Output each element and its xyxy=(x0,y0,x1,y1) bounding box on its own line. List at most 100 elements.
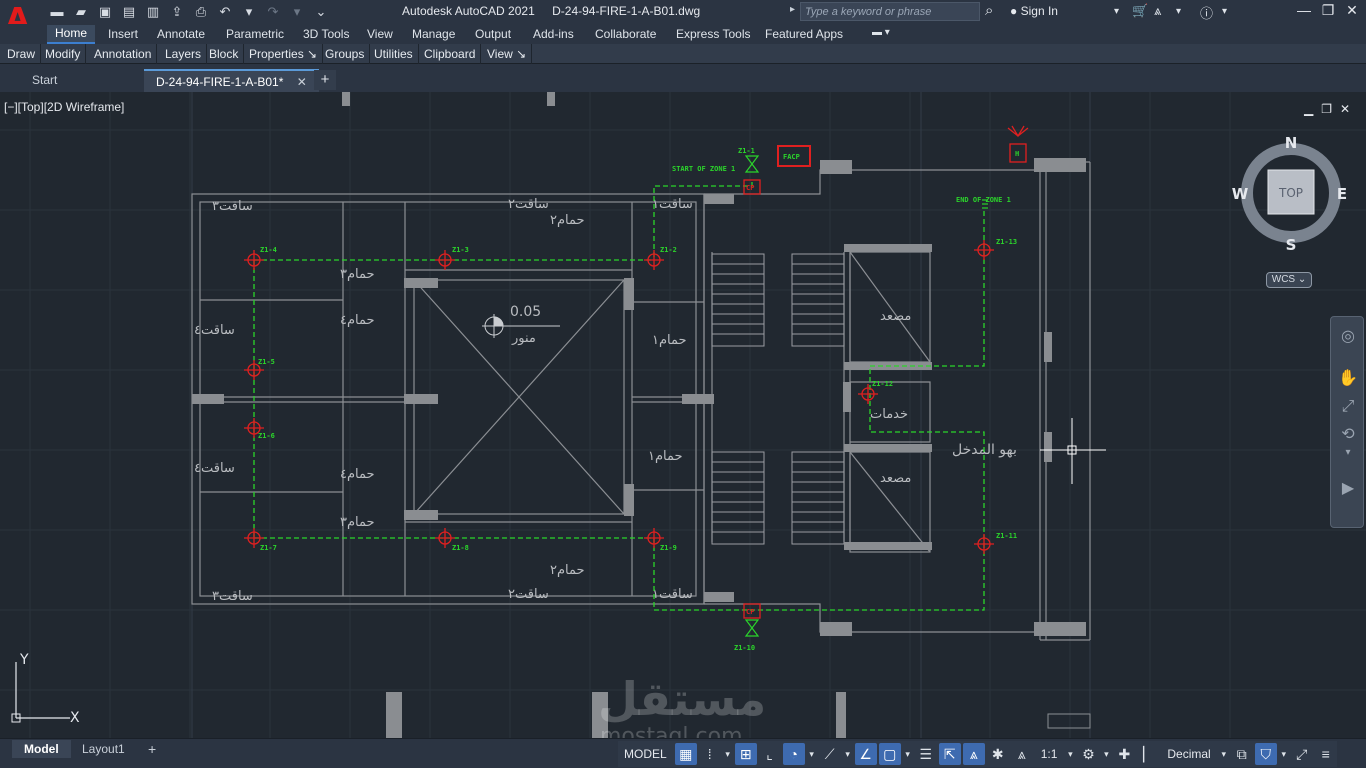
panel-modify[interactable]: Modify xyxy=(40,44,87,64)
object-snap-tracking-icon[interactable]: ∠ xyxy=(854,743,877,765)
viewport-restore-icon[interactable]: ❐ xyxy=(1321,102,1332,116)
dynamic-input-icon[interactable]: ⌞ xyxy=(759,743,781,765)
app-dropdown-icon[interactable]: ▾ xyxy=(1176,6,1181,17)
lock-ui-icon[interactable]: ⛉ xyxy=(1254,743,1277,765)
tab-add-ins[interactable]: Add-ins xyxy=(533,27,574,41)
model-space-button[interactable]: MODEL xyxy=(618,747,673,761)
units-icon[interactable]: ▏ xyxy=(1137,743,1159,765)
units-dropdown-icon[interactable]: ▾ xyxy=(1219,749,1229,760)
save-as-icon[interactable]: ▤ xyxy=(120,3,138,21)
viewcube[interactable]: TOP N S E W xyxy=(1232,134,1350,252)
add-layout-button[interactable]: + xyxy=(136,740,168,758)
tab-collaborate[interactable]: Collaborate xyxy=(595,27,656,41)
panel-clipboard[interactable]: Clipboard xyxy=(419,44,482,64)
annotation-scale-value[interactable]: 1:1 xyxy=(1035,747,1064,761)
redo-icon[interactable]: ↷ xyxy=(264,3,282,21)
plot-icon[interactable]: ⎙ xyxy=(192,3,210,21)
isodraft-icon[interactable]: ⟋ xyxy=(819,743,841,765)
new-file-icon[interactable]: ▬ xyxy=(48,3,66,21)
close-tab-icon[interactable]: ✕ xyxy=(297,75,307,89)
open-folder-icon[interactable]: ▰ xyxy=(72,3,90,21)
panel-draw[interactable]: Draw xyxy=(2,44,42,64)
customization-icon[interactable]: ≡ xyxy=(1315,743,1337,765)
tab-manage[interactable]: Manage xyxy=(412,27,455,41)
tab-home[interactable]: Home xyxy=(47,25,96,44)
infer-constraints-icon[interactable]: ⊞ xyxy=(734,743,757,765)
pan-icon[interactable]: ✋ xyxy=(1336,367,1360,391)
viewport-close-icon[interactable]: ✕ xyxy=(1340,102,1350,116)
wcs-menu[interactable]: WCS ⌄ xyxy=(1266,272,1312,288)
tab-layout1[interactable]: Layout1 xyxy=(70,740,137,758)
tab-model[interactable]: Model xyxy=(12,740,71,758)
restore-icon[interactable]: ❐ xyxy=(1318,2,1338,19)
undo-icon[interactable]: ↶ xyxy=(216,3,234,21)
workspace-dropdown-icon[interactable]: ▾ xyxy=(1101,749,1111,760)
new-tab-button[interactable]: + xyxy=(314,70,336,90)
object-snap-icon[interactable]: ▢ xyxy=(878,743,901,765)
viewport-label[interactable]: [−][Top][2D Wireframe] xyxy=(4,100,124,114)
panel-block[interactable]: Block xyxy=(204,44,245,64)
steering-wheel-icon[interactable]: ◎ xyxy=(1336,325,1360,349)
viewport-minimize-icon[interactable]: ▁ xyxy=(1304,102,1313,116)
save-icon[interactable]: ▣ xyxy=(96,3,114,21)
isodraft-dropdown-icon[interactable]: ▾ xyxy=(843,749,853,760)
orbit-dropdown-icon[interactable]: ▾ xyxy=(1336,441,1360,465)
drawing-viewport[interactable]: ساقت٣ ساقت٢ ساقت١ حمام٢ حمام٣ حمام٤ ساقت… xyxy=(0,92,1366,738)
tab-start[interactable]: Start xyxy=(20,69,69,92)
tab-insert[interactable]: Insert xyxy=(108,27,138,41)
panel-properties[interactable]: Properties ↘ xyxy=(244,44,324,64)
tab-output[interactable]: Output xyxy=(475,27,511,41)
floor-plan-drawing[interactable]: ساقت٣ ساقت٢ ساقت١ حمام٢ حمام٣ حمام٤ ساقت… xyxy=(0,92,1366,738)
help-dropdown-icon[interactable]: ▾ xyxy=(1222,6,1227,17)
scale-dropdown-icon[interactable]: ▾ xyxy=(1065,749,1075,760)
sign-in-button[interactable]: ● Sign In xyxy=(1010,4,1058,18)
sign-in-dropdown-icon[interactable]: ▾ xyxy=(1114,6,1119,17)
auto-scale-icon[interactable]: ✱ xyxy=(987,743,1009,765)
object-snap-dropdown-icon[interactable]: ▾ xyxy=(903,749,913,760)
annotation-scale-icon[interactable]: ⩓ xyxy=(1011,743,1033,765)
compass-north: N xyxy=(1285,134,1298,152)
workspace-gear-icon[interactable]: ⚙ xyxy=(1077,743,1099,765)
tab-annotate[interactable]: Annotate xyxy=(157,27,205,41)
tab-drawing[interactable]: D-24-94-FIRE-1-A-B01* ✕ xyxy=(144,69,319,92)
redo-dropdown-icon[interactable]: ▾ xyxy=(288,3,306,21)
panel-annotation[interactable]: Annotation xyxy=(89,44,158,64)
selection-cycling-icon[interactable]: ⇱ xyxy=(938,743,961,765)
tab-express-tools[interactable]: Express Tools xyxy=(676,27,750,41)
tab-3d-tools[interactable]: 3D Tools xyxy=(303,27,349,41)
ribbon-display-toggle-icon[interactable]: ▬ ▾ xyxy=(872,27,890,38)
panel-utilities[interactable]: Utilities xyxy=(369,44,419,64)
polar-tracking-icon[interactable]: ◔ xyxy=(782,743,805,765)
polar-dropdown-icon[interactable]: ▾ xyxy=(807,749,817,760)
panel-view[interactable]: View ↘ xyxy=(482,44,533,64)
snap-icon[interactable]: ⁞ xyxy=(699,743,721,765)
snap-dropdown-icon[interactable]: ▾ xyxy=(723,749,733,760)
panel-layers[interactable]: Layers xyxy=(160,44,208,64)
zoom-extents-icon[interactable]: ⤢ xyxy=(1336,395,1360,419)
customize-qat-icon[interactable]: ⌄ xyxy=(312,3,330,21)
autodesk-app-icon[interactable]: ⩓ xyxy=(1154,3,1161,19)
units-value[interactable]: Decimal xyxy=(1161,747,1216,761)
annotation-monitor-icon[interactable]: ✚ xyxy=(1113,743,1135,765)
undo-dropdown-icon[interactable]: ▾ xyxy=(240,3,258,21)
tab-featured-apps[interactable]: Featured Apps xyxy=(765,27,843,41)
clean-screen-icon[interactable]: ⤢ xyxy=(1291,743,1313,765)
tab-parametric[interactable]: Parametric xyxy=(226,27,284,41)
search-input[interactable]: Type a keyword or phrase xyxy=(800,2,980,21)
close-icon[interactable]: ✕ xyxy=(1342,2,1362,19)
grid-icon[interactable]: ▦ xyxy=(674,743,697,765)
search-expand-icon[interactable]: ▸ xyxy=(790,4,795,15)
minimize-icon[interactable]: — xyxy=(1294,2,1314,18)
panel-groups[interactable]: Groups xyxy=(320,44,371,64)
annotation-visibility-icon[interactable]: ⩓ xyxy=(962,743,985,765)
lineweight-icon[interactable]: ☰ xyxy=(915,743,937,765)
save-web-icon[interactable]: ⇪ xyxy=(168,3,186,21)
tab-view[interactable]: View xyxy=(367,27,393,41)
quick-properties-icon[interactable]: ⧉ xyxy=(1231,743,1253,765)
lock-ui-dropdown-icon[interactable]: ▾ xyxy=(1279,749,1289,760)
showmotion-icon[interactable]: ▶ xyxy=(1336,477,1360,501)
help-icon[interactable]: ⓘ xyxy=(1200,3,1213,22)
cart-icon[interactable]: 🛒 xyxy=(1132,3,1148,19)
open-web-icon[interactable]: ▥ xyxy=(144,3,162,21)
search-icon[interactable]: ⌕ xyxy=(985,2,993,19)
